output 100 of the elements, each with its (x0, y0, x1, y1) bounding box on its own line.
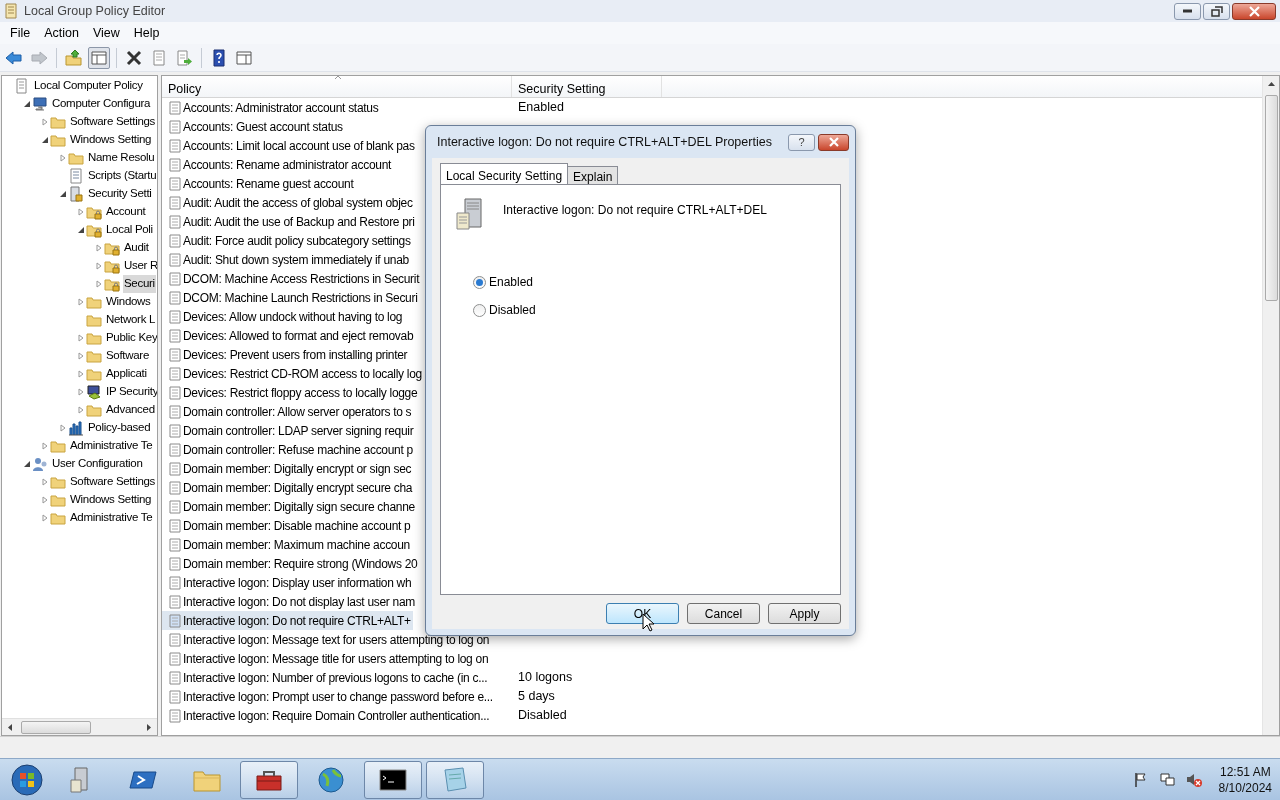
table-row[interactable]: Accounts: Guest account status (162, 117, 345, 136)
users-icon (32, 456, 48, 472)
tree-item[interactable]: Windows Setting (69, 491, 153, 509)
tree-item[interactable]: Securi (123, 275, 156, 293)
collapsed-arrow-icon[interactable] (77, 370, 85, 378)
close-button[interactable] (818, 133, 849, 151)
menu-item[interactable]: File (3, 23, 38, 43)
tree-item[interactable]: Audit (123, 239, 150, 257)
folder-icon (50, 438, 66, 454)
tree-item[interactable]: User Configuration (51, 455, 144, 473)
policy-icon (167, 707, 181, 724)
tree-item[interactable]: Administrative Te (69, 437, 154, 455)
tree-item[interactable]: Windows Setting (69, 131, 153, 149)
policy-name: Interactive logon: Do not require CTRL+ALT+DEL (503, 202, 767, 219)
policy-icon (167, 555, 181, 572)
tree-item[interactable]: Account (105, 203, 147, 221)
policy-icon (167, 137, 181, 154)
collapsed-arrow-icon[interactable] (95, 244, 103, 252)
collapsed-arrow-icon[interactable] (41, 118, 49, 126)
tree-item[interactable]: Network L (105, 311, 157, 329)
bar-chart-icon (68, 420, 84, 436)
expanded-arrow-icon[interactable] (59, 190, 67, 198)
tree-item[interactable]: User R (123, 257, 157, 275)
collapsed-arrow-icon[interactable] (77, 352, 85, 360)
document-icon (4, 3, 18, 19)
policy-icon (167, 574, 181, 591)
help-button[interactable]: ? (788, 133, 815, 151)
policy-icon (167, 99, 181, 116)
policy-icon (167, 631, 181, 648)
column-header[interactable]: Policy (162, 76, 512, 97)
menu-item[interactable]: View (85, 23, 127, 43)
tab[interactable]: Explain (567, 166, 619, 184)
dialog-button[interactable]: Apply (768, 603, 841, 624)
maximize-button[interactable] (1203, 2, 1230, 20)
console-tree-button[interactable] (88, 46, 110, 69)
server-lock-icon (68, 186, 84, 202)
collapsed-arrow-icon[interactable] (41, 514, 49, 522)
policy-icon (167, 422, 181, 439)
collapsed-arrow-icon[interactable] (41, 478, 49, 486)
collapsed-arrow-icon[interactable] (59, 424, 67, 432)
tree-item[interactable]: Name Resolu (87, 149, 156, 167)
menu-item[interactable]: Help (126, 23, 167, 43)
taskbar-button[interactable] (364, 760, 422, 799)
collapsed-arrow-icon[interactable] (95, 280, 103, 288)
locked-folder-icon (86, 204, 102, 220)
tree-item[interactable]: Software Settings (69, 113, 157, 131)
scrollbar-thumb[interactable] (21, 720, 91, 734)
tree-item[interactable]: Software Settings (69, 473, 157, 491)
expanded-arrow-icon[interactable] (41, 136, 49, 144)
dialog-button[interactable]: Cancel (687, 603, 760, 624)
policy-icon (167, 612, 181, 629)
folder-icon (86, 312, 102, 328)
tree-item[interactable]: Applicati (105, 365, 148, 383)
monitor-icon (86, 384, 102, 400)
tree-item[interactable]: Advanced (105, 401, 156, 419)
clock-date[interactable]: 8/10/2024 (1218, 779, 1272, 796)
table-cell: Disabled (518, 708, 567, 723)
close-button[interactable] (1232, 2, 1276, 20)
policy-icon (167, 232, 181, 249)
tree-item[interactable]: Administrative Te (69, 509, 154, 527)
tree-item[interactable]: Public Key (105, 329, 157, 347)
tab[interactable]: Local Security Setting (440, 163, 569, 184)
policy-icon (167, 460, 181, 477)
expanded-arrow-icon[interactable] (77, 226, 85, 234)
collapsed-arrow-icon[interactable] (59, 154, 67, 162)
expanded-arrow-icon[interactable] (23, 460, 31, 468)
table-row[interactable]: Accounts: Administrator account status (162, 98, 381, 117)
tree-item[interactable]: Windows (105, 293, 152, 311)
taskbar-button[interactable] (240, 760, 298, 799)
tree-item[interactable]: Security Setti (87, 185, 153, 203)
collapsed-arrow-icon[interactable] (95, 262, 103, 270)
clock-time[interactable]: 12:51 AM (1219, 763, 1271, 780)
network-icon[interactable] (1158, 770, 1177, 789)
tree-item[interactable]: Local Poli (105, 221, 154, 239)
maximize-icon (1210, 5, 1223, 17)
collapsed-arrow-icon[interactable] (77, 406, 85, 414)
tree-item[interactable]: Policy-based (87, 419, 152, 437)
policy-icon (167, 403, 181, 420)
dialog-button[interactable]: OK (606, 603, 679, 624)
expanded-arrow-icon[interactable] (23, 100, 31, 108)
radio-option[interactable]: Enabled (473, 273, 828, 291)
table-cell: 10 logons (518, 670, 573, 685)
collapsed-arrow-icon[interactable] (77, 208, 85, 216)
tree-item[interactable]: Scripts (Startu (87, 167, 157, 185)
collapsed-arrow-icon[interactable] (77, 388, 85, 396)
tree-item[interactable]: Computer Configura (51, 95, 152, 113)
table-row[interactable]: Accounts: Rename guest account (162, 174, 356, 193)
tree-item[interactable]: Software (105, 347, 150, 365)
collapsed-arrow-icon[interactable] (41, 496, 49, 504)
policy-icon (167, 593, 181, 610)
collapsed-arrow-icon[interactable] (77, 298, 85, 306)
radio-option[interactable]: Disabled (473, 301, 828, 319)
minimize-button[interactable] (1174, 2, 1201, 20)
column-header[interactable]: Security Setting (512, 76, 662, 97)
scrollbar-thumb[interactable] (1264, 95, 1278, 301)
table-cell-text: Accounts: Guest account status (183, 118, 343, 136)
collapsed-arrow-icon[interactable] (41, 442, 49, 450)
collapsed-arrow-icon[interactable] (77, 334, 85, 342)
menu-item[interactable]: Action (37, 23, 86, 43)
tree-item[interactable]: Local Computer Policy (33, 77, 144, 95)
